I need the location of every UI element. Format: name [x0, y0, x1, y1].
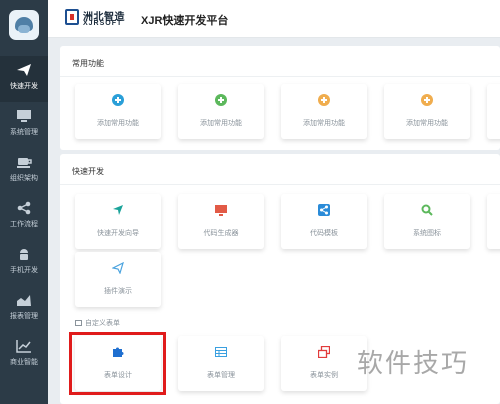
android-icon — [20, 249, 28, 260]
share-icon — [318, 204, 330, 216]
sidebar: 快速开发 系统管理 组织架构 工作流程 手机开发 报表管理 商业智能 — [0, 0, 48, 404]
tile-label: 系统图标 — [413, 230, 441, 237]
panel-title: 常用功能 — [72, 59, 104, 68]
code-template-tile[interactable]: 代码模板 — [281, 194, 367, 249]
form-icon — [75, 320, 82, 326]
code-generator-tile[interactable]: 代码生成器 — [178, 194, 264, 249]
brand-logo[interactable]: 洲北智造 XJRSOFT — [65, 9, 131, 30]
add-common-function-tile[interactable]: 添加常用功能 — [75, 84, 161, 139]
brand-mark-icon — [65, 9, 79, 25]
system-icons-tile[interactable]: 系统图标 — [384, 194, 470, 249]
tile-label: 快速开发向导 — [97, 230, 139, 237]
monitor-icon — [17, 110, 31, 122]
plus-circle-icon — [318, 94, 330, 106]
tile-label: 添加常用功能 — [303, 120, 345, 127]
sidebar-item-mobile[interactable]: 手机开发 — [0, 240, 48, 286]
sidebar-item-label: 工作流程 — [10, 221, 38, 228]
sidebar-item-bi[interactable]: 商业智能 — [0, 332, 48, 378]
panel-title: 快速开发 — [72, 167, 104, 176]
share-icon — [17, 201, 31, 215]
plugin-demo-tile[interactable]: 插件演示 — [75, 252, 161, 307]
sidebar-item-label: 商业智能 — [10, 359, 38, 366]
app-logo-icon[interactable] — [9, 10, 39, 40]
tile-label: 表单管理 — [207, 372, 235, 379]
paper-plane-icon — [17, 64, 31, 76]
sidebar-item-org[interactable]: 组织架构 — [0, 148, 48, 194]
form-manage-tile[interactable]: 表单管理 — [178, 336, 264, 391]
plus-circle-icon — [112, 94, 124, 106]
sidebar-item-quick-dev[interactable]: 快速开发 — [0, 56, 48, 102]
line-chart-icon — [16, 340, 31, 353]
monitor-icon — [215, 205, 227, 216]
sidebar-item-label: 系统管理 — [10, 129, 38, 136]
sidebar-item-label: 手机开发 — [10, 267, 38, 274]
add-common-function-tile[interactable]: 添加常用功能 — [384, 84, 470, 139]
quick-dev-wizard-tile[interactable]: 快速开发向导 — [75, 194, 161, 249]
sidebar-item-label: 组织架构 — [10, 175, 38, 182]
common-functions-panel: 常用功能 添加常用功能 添加常用功能 添加常用功能 添加常用功能 — [60, 46, 500, 150]
sidebar-item-label: 快速开发 — [10, 83, 38, 90]
form-design-highlight — [69, 332, 166, 395]
custom-form-header: 自定义表单 — [75, 318, 120, 328]
top-header: 洲北智造 XJRSOFT XJR快速开发平台 — [48, 0, 500, 38]
tile-label: 代码模板 — [310, 230, 338, 237]
add-common-function-tile[interactable]: 添加常用功能 — [281, 84, 367, 139]
tile-label: 添加常用功能 — [97, 120, 139, 127]
tile-label: 插件演示 — [104, 288, 132, 295]
form-instance-tile[interactable]: 表单实例 — [281, 336, 367, 391]
tile-label: 表单实例 — [310, 372, 338, 379]
tile-label: 添加常用功能 — [406, 120, 448, 127]
tile-label: 代码生成器 — [203, 230, 239, 237]
search-icon — [421, 204, 433, 216]
coffee-cup-icon — [17, 158, 32, 168]
paper-plane-icon — [112, 262, 124, 274]
table-icon — [215, 347, 227, 357]
sidebar-item-workflow[interactable]: 工作流程 — [0, 194, 48, 240]
watermark-text: 软件技巧 — [357, 348, 470, 378]
area-chart-icon — [17, 295, 31, 306]
send-icon — [113, 205, 123, 215]
sidebar-item-label: 报表管理 — [10, 313, 38, 320]
tile-label: 添加常用功能 — [200, 120, 242, 127]
plus-circle-icon — [421, 94, 433, 106]
brand-name-en: XJRSOFT — [83, 20, 123, 27]
sidebar-item-reports[interactable]: 报表管理 — [0, 286, 48, 332]
app-title: XJR快速开发平台 — [141, 15, 229, 27]
plus-circle-icon — [215, 94, 227, 106]
partial-tile[interactable] — [487, 194, 500, 249]
partial-tile[interactable] — [487, 84, 500, 139]
copy-icon — [318, 346, 330, 358]
add-common-function-tile[interactable]: 添加常用功能 — [178, 84, 264, 139]
sidebar-item-system[interactable]: 系统管理 — [0, 102, 48, 148]
